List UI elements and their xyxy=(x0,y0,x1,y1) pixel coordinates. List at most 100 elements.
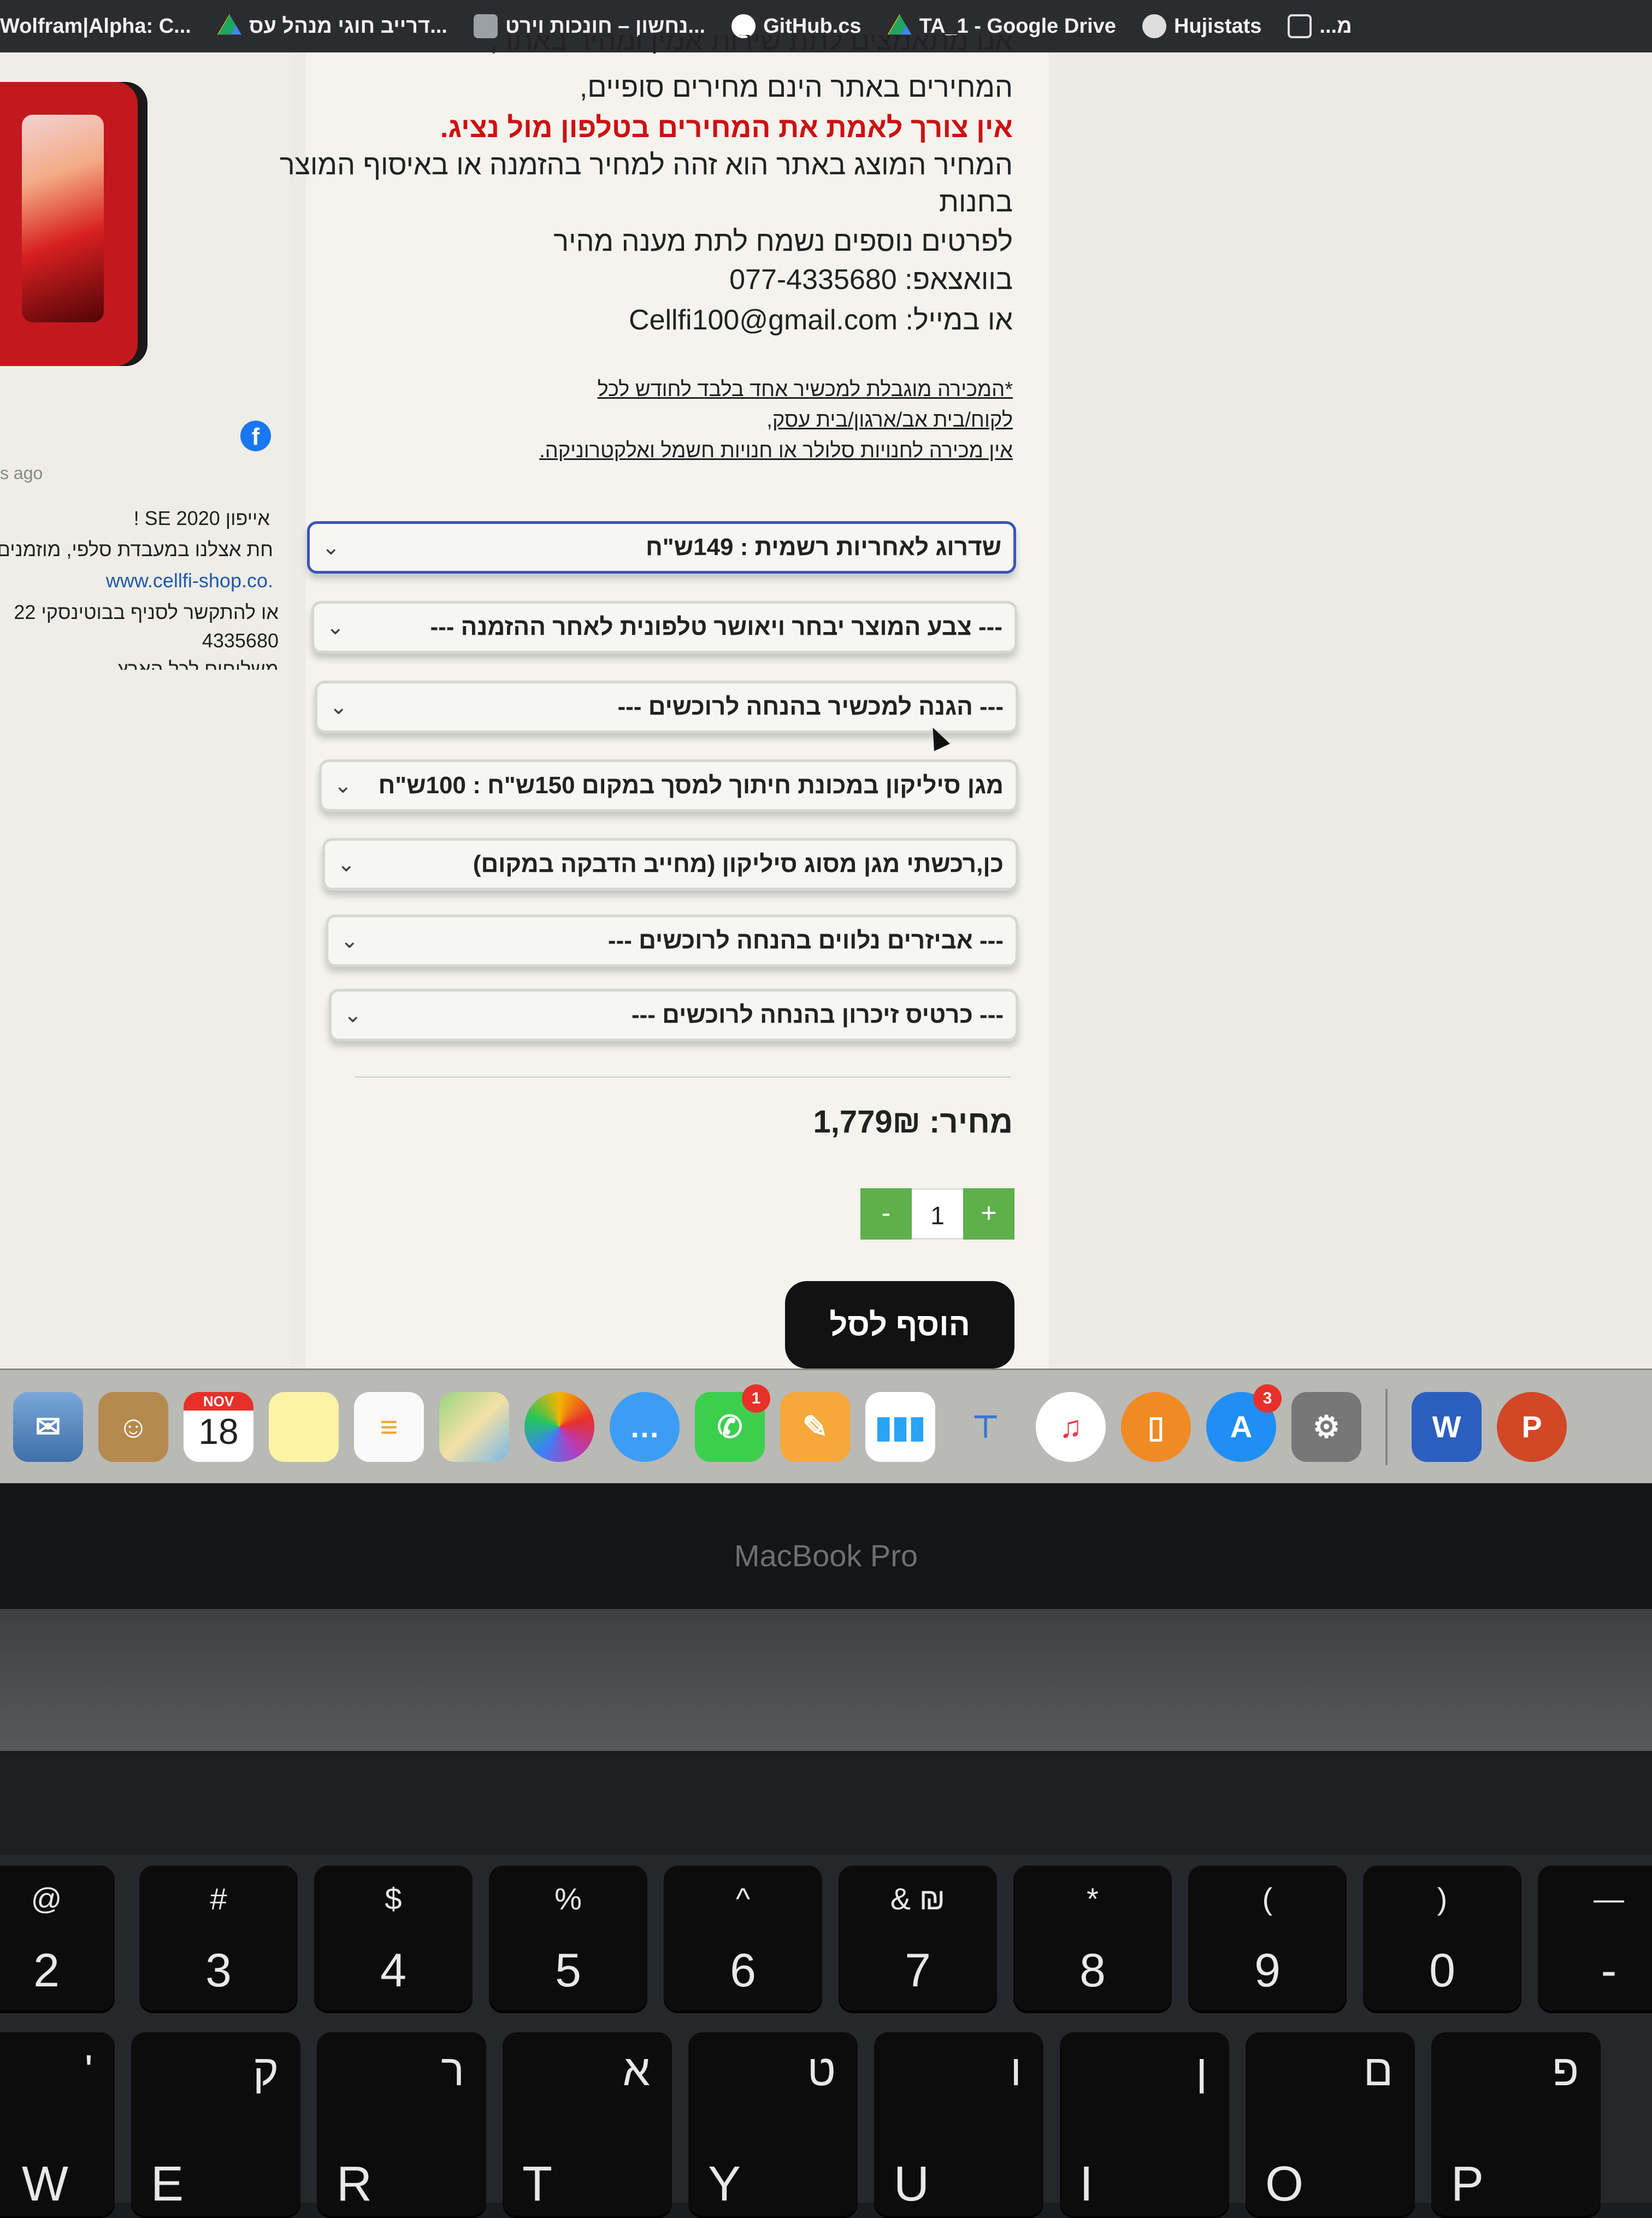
key-latin: I xyxy=(1079,2157,1094,2211)
key-hebrew: ק xyxy=(252,2046,279,2095)
bookmark-drive-hugim[interactable]: דרייב חוגי מנהל עס... xyxy=(217,14,447,38)
laptop-brand-label: MacBook Pro xyxy=(734,1538,918,1573)
key-number: 0 xyxy=(1429,1944,1455,1997)
key-number: 3 xyxy=(205,1944,232,1997)
add-to-cart-button[interactable]: הוסף לסל xyxy=(785,1281,1014,1368)
numbers-icon[interactable]: ▮▮▮ xyxy=(865,1391,935,1462)
key-y[interactable]: טY xyxy=(688,2032,858,2218)
key-3[interactable]: #3 xyxy=(139,1866,298,2013)
calendar-icon[interactable]: NOV 18 xyxy=(184,1391,253,1462)
option-label: מגן סיליקון במכונת חיתוך למסך במקום 150ש… xyxy=(378,772,1004,799)
key-p[interactable]: פP xyxy=(1431,2032,1601,2218)
key-number: 6 xyxy=(730,1944,756,1997)
key-9[interactable]: (9 xyxy=(1188,1866,1347,2013)
quantity-increment-button[interactable]: + xyxy=(963,1188,1014,1240)
messages-icon[interactable]: … xyxy=(610,1391,680,1462)
notes-icon[interactable] xyxy=(269,1391,339,1462)
macos-dock: ✉ ☺ NOV 18 ≡ … ✆ 1 ✎ ▮▮▮ ⊤ ♫ ▯ A3 ⚙ W P xyxy=(0,1368,1652,1483)
key-t[interactable]: אT xyxy=(503,2032,672,2218)
laptop-hinge xyxy=(0,1609,1652,1751)
key-2[interactable]: @2 xyxy=(0,1866,115,2013)
key-latin: T xyxy=(522,2157,552,2211)
description-line: לפרטים נוספים נשמח לתת מענה מהיר xyxy=(553,226,1013,257)
quantity-stepper: - 1 + xyxy=(860,1188,1014,1240)
system-preferences-icon[interactable]: ⚙ xyxy=(1291,1391,1361,1462)
google-drive-icon xyxy=(217,14,241,35)
key-latin: W xyxy=(22,2157,68,2211)
post-text: משלוחים לכל הארץ xyxy=(117,658,279,670)
globe-icon xyxy=(1142,14,1166,38)
key-symbol: — xyxy=(1594,1881,1624,1916)
divider xyxy=(355,1076,1011,1078)
maps-icon[interactable] xyxy=(439,1391,509,1462)
key-number: 5 xyxy=(555,1944,581,1997)
option-label: --- כרטיס זיכרון בהנחה לרוכשים --- xyxy=(631,1001,1004,1028)
bookmark-more[interactable]: ...מ xyxy=(1288,14,1352,38)
option-label: --- צבע המוצר יבחר ויאושר טלפונית לאחר ה… xyxy=(430,614,1002,640)
keynote-icon[interactable]: ⊤ xyxy=(951,1392,1020,1462)
mail-icon[interactable]: ✉ xyxy=(13,1391,83,1462)
key-minus[interactable]: — - xyxy=(1538,1866,1652,2013)
chevron-down-icon: ⌄ xyxy=(326,615,345,639)
key-symbol: % xyxy=(554,1881,582,1916)
option-label: כן,רכשתי מגן מסוג סיליקון (מחייב הדבקה ב… xyxy=(473,851,1004,877)
key-latin: P xyxy=(1451,2157,1484,2211)
key-5[interactable]: % 5 xyxy=(489,1866,647,2013)
quantity-input[interactable]: 1 xyxy=(912,1188,963,1240)
description-line: המחיר המוצג באתר הוא זהה למחיר בהזמנה או… xyxy=(279,149,1013,181)
price-notice: אין צורך לאמת את המחירים בטלפון מול נציג… xyxy=(440,112,1013,144)
bookmark-wolfram[interactable]: Wolfram|Alpha: C... xyxy=(0,14,191,38)
option-warranty-select[interactable]: שדרוג לאחריות רשמית : 149ש"ח ⌄ xyxy=(307,521,1016,574)
key-7[interactable]: & ₪ 7 xyxy=(839,1866,997,2013)
facetime-icon[interactable]: ✆ 1 xyxy=(695,1384,770,1462)
reminders-icon[interactable]: ≡ xyxy=(354,1391,424,1462)
post-phone: 4335680 xyxy=(202,629,279,652)
key-e[interactable]: קE xyxy=(131,2032,300,2218)
key-8[interactable]: * 8 xyxy=(1013,1866,1172,2013)
key-hebrew: ט xyxy=(807,2046,836,2095)
key-u[interactable]: וU xyxy=(874,2032,1043,2218)
pages-icon[interactable]: ✎ xyxy=(780,1391,850,1462)
option-accessories-select[interactable]: --- אביזרים נלווים בהנחה לרוכשים --- ⌄ xyxy=(326,915,1018,967)
contacts-icon[interactable]: ☺ xyxy=(98,1391,168,1462)
key-4[interactable]: $4 xyxy=(314,1866,473,2013)
option-memory-card-select[interactable]: --- כרטיס זיכרון בהנחה לרוכשים --- ⌄ xyxy=(329,989,1018,1041)
key-number: - xyxy=(1601,1944,1617,1997)
option-label: --- אביזרים נלווים בהנחה לרוכשים --- xyxy=(607,927,1004,954)
post-link[interactable]: www.cellfi-shop.co. xyxy=(106,569,273,592)
email-contact: או במייל: Cellfi100@gmail.com xyxy=(629,304,1013,336)
app-store-icon[interactable]: A3 xyxy=(1206,1384,1282,1462)
option-screen-protector-select[interactable]: מגן סיליקון במכונת חיתוך למסך במקום 150ש… xyxy=(319,759,1018,812)
fine-print: אין מכירה לחנויות סלולר או חנויות חשמל ו… xyxy=(539,439,1013,462)
option-color-select[interactable]: --- צבע המוצר יבחר ויאושר טלפונית לאחר ה… xyxy=(311,601,1017,653)
key-6[interactable]: ^ 6 xyxy=(664,1866,822,2013)
bookmark-hujistats[interactable]: Hujistats xyxy=(1142,14,1261,38)
chevron-down-icon: ⌄ xyxy=(329,695,348,719)
photos-icon[interactable] xyxy=(524,1391,594,1462)
key-0[interactable]: ) 0 xyxy=(1363,1866,1521,2013)
facebook-icon[interactable]: f xyxy=(240,421,271,451)
word-icon[interactable]: W xyxy=(1412,1391,1482,1462)
option-silicone-select[interactable]: כן,רכשתי מגן מסוג סיליקון (מחייב הדבקה ב… xyxy=(322,838,1018,890)
key-r[interactable]: רR xyxy=(317,2032,486,2218)
key-w[interactable]: ' W xyxy=(0,2032,115,2218)
chevron-down-icon: ⌄ xyxy=(337,852,356,876)
calendar-day: 18 xyxy=(198,1411,239,1452)
key-symbol: ( xyxy=(1262,1881,1273,1916)
quantity-decrement-button[interactable]: - xyxy=(860,1188,912,1240)
books-icon[interactable]: ▯ xyxy=(1121,1391,1191,1462)
key-symbol: ) xyxy=(1437,1881,1448,1916)
music-icon[interactable]: ♫ xyxy=(1036,1391,1106,1462)
key-o[interactable]: םO xyxy=(1246,2032,1415,2218)
bookmark-label: Wolfram|Alpha: C... xyxy=(0,14,191,38)
description-line: אנו מתאמצים לתת שירות אמין ומהיר באתר, xyxy=(490,35,1013,54)
powerpoint-icon[interactable]: P xyxy=(1497,1391,1567,1462)
price-label: מחיר: 1,779₪ xyxy=(813,1104,1013,1140)
whatsapp-contact: בוואצאפ: 077-4335680 xyxy=(729,264,1013,296)
chevron-down-icon: ⌄ xyxy=(322,535,340,559)
product-image-iphone[interactable] xyxy=(0,82,148,366)
key-symbol: & ₪ xyxy=(890,1881,946,1916)
key-symbol: @ xyxy=(31,1881,62,1916)
option-protection-select[interactable]: --- הגנה למכשיר בהנחה לרוכשים --- ⌄ xyxy=(315,681,1018,733)
key-i[interactable]: ןI xyxy=(1060,2032,1229,2218)
